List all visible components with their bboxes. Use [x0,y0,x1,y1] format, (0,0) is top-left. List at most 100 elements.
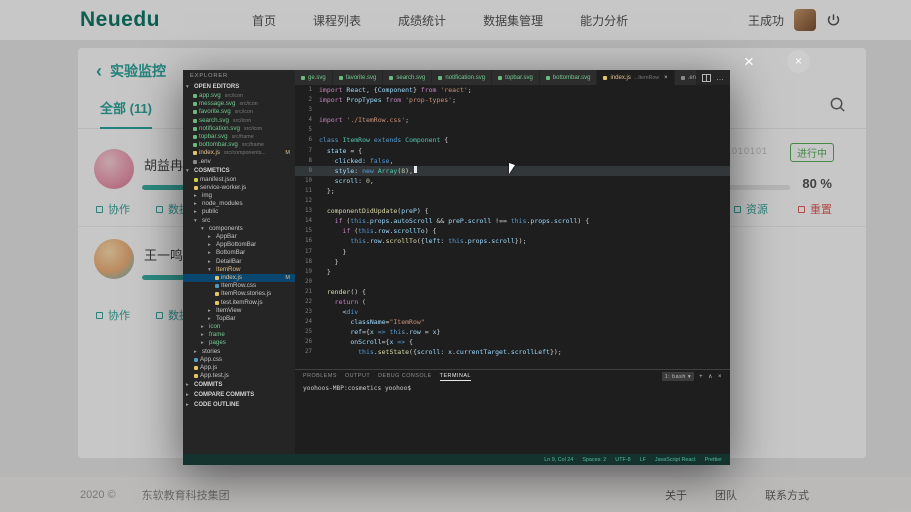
statusbar-item[interactable]: JavaScript React [655,457,696,463]
tree-item[interactable]: ▸ItemView [183,307,295,315]
code-line[interactable]: 5 [295,125,730,135]
code-line[interactable]: 15 if (this.row.scrollTo) { [295,226,730,236]
tree-item[interactable]: ▸frame [183,331,295,339]
tree-item[interactable]: ▸TopBar [183,315,295,323]
editor-tab[interactable]: ge.svg [295,70,333,85]
split-editor-icon[interactable] [702,74,711,82]
close-panel-icon[interactable]: × [718,374,722,380]
code-line[interactable]: 6class ItemRow extends Component { [295,135,730,145]
editor-tab[interactable]: .env [675,70,696,85]
maximize-panel-icon[interactable]: ∧ [708,373,713,380]
tree-item[interactable]: manifest.json [183,176,295,184]
code-line[interactable]: 21 render() { [295,287,730,297]
code-line[interactable]: 27 this.setState({scroll: x.currentTarge… [295,347,730,357]
tree-item[interactable]: ▸img [183,192,295,200]
open-editor-item[interactable]: search.svgsrc/icon [183,117,295,125]
sidebar-section-header[interactable]: ▸COMPARE COMMITS [183,390,295,400]
code-line[interactable]: 7 state = { [295,146,730,156]
tree-item[interactable]: ▾src [183,217,295,225]
open-editor-item[interactable]: message.svgsrc/icon [183,100,295,108]
tree-item[interactable]: ▸BottomBar [183,249,295,257]
tree-item[interactable]: ▸AppBottomBar [183,241,295,249]
editor-tab[interactable]: notification.svg [432,70,492,85]
tree-item[interactable]: test.itemRow.js [183,299,295,307]
code-line[interactable]: 4import './ItemRow.css'; [295,115,730,125]
more-actions-icon[interactable]: … [716,75,724,81]
terminal-tab[interactable]: TERMINAL [440,373,471,381]
open-editor-item[interactable]: bottombar.svgsrc/frame [183,141,295,149]
editor-tab[interactable]: index.js...ItemRow× [597,70,674,85]
code-line[interactable]: 24 className="ItemRow" [295,317,730,327]
project-header[interactable]: ▾ COSMETICS [183,166,295,176]
open-editors-header[interactable]: ▾ OPEN EDITORS [183,82,295,92]
chevron-down-icon: ▾ [194,217,200,225]
tree-item[interactable]: service-worker.js [183,184,295,192]
code-line[interactable]: 3 [295,105,730,115]
open-editor-item[interactable]: index.jssrc/components...M [183,149,295,157]
code-line[interactable]: 25 ref={x => this.row = x} [295,327,730,337]
open-editor-item[interactable]: topbar.svgsrc/frame [183,133,295,141]
code-line[interactable]: 2import PropTypes from 'prop-types'; [295,95,730,105]
tree-item[interactable]: ▾components [183,225,295,233]
tree-item[interactable]: ▸node_modules [183,200,295,208]
code-line[interactable]: 20 [295,277,730,287]
tree-item[interactable]: App.js [183,364,295,372]
open-editor-item[interactable]: app.svgsrc/icon [183,92,295,100]
statusbar-item[interactable]: Ln 9, Col 24 [544,457,573,463]
sidebar-section-header[interactable]: ▸COMMITS [183,380,295,390]
line-number: 27 [295,347,319,357]
code-line[interactable]: 17 } [295,247,730,257]
tree-item[interactable]: ▸pages [183,339,295,347]
tree-item[interactable]: ▸AppBar [183,233,295,241]
line-number: 22 [295,297,319,307]
tree-item[interactable]: ItemRow.stories.js [183,290,295,298]
shell-selector[interactable]: 1: bash ▾ [662,372,694,381]
editor-tab[interactable]: bottombar.svg [540,70,598,85]
close-icon[interactable]: × [664,75,668,81]
terminal-output[interactable]: yoohoos-MBP:cosmetics yoohoo$ [295,383,730,454]
statusbar-item[interactable]: Spaces: 2 [582,457,606,463]
open-editor-item[interactable]: notification.svgsrc/icon [183,125,295,133]
tree-item[interactable]: App.css [183,356,295,364]
close-icon[interactable]: × [744,52,754,72]
code-line[interactable]: 18 } [295,257,730,267]
sidebar-section-header[interactable]: ▸CODE OUTLINE [183,400,295,410]
tree-item[interactable]: ▸DetailBar [183,258,295,266]
code-line[interactable]: 26 onScroll={x => { [295,337,730,347]
code-line[interactable]: 19 } [295,267,730,277]
editor-tab[interactable]: topbar.svg [492,70,540,85]
open-editor-item[interactable]: .env [183,158,295,166]
code-line[interactable]: 1import React, {Component} from 'react'; [295,85,730,95]
tree-item[interactable]: ▸stories [183,348,295,356]
close-circle-icon[interactable]: × [787,50,810,73]
tree-item[interactable]: ▸public [183,208,295,216]
code-line[interactable]: 13 componentDidUpdate(preP) { [295,206,730,216]
tree-item[interactable]: ▾ItemRow [183,266,295,274]
statusbar-item[interactable]: Prettier [705,457,722,463]
code-line[interactable]: 14 if (this.props.autoScroll && preP.scr… [295,216,730,226]
code-line[interactable]: 23 <div [295,307,730,317]
terminal-tab[interactable]: OUTPUT [345,373,370,381]
file-icon [193,110,197,114]
experiment-screen-modal: EXPLORER ▾ OPEN EDITORS app.svgsrc/iconm… [183,70,730,465]
open-editor-item[interactable]: favorite.svgsrc/icon [183,108,295,116]
code-editor[interactable]: 1import React, {Component} from 'react';… [295,85,730,369]
chevron-right-icon: ▸ [208,241,214,249]
editor-tab[interactable]: search.svg [383,70,432,85]
terminal-tab[interactable]: PROBLEMS [303,373,337,381]
git-modified-badge: M [285,274,293,282]
code-line[interactable]: 16 this.row.scrollTo({left: this.props.s… [295,236,730,246]
tree-item[interactable]: App.test.js [183,372,295,380]
editor-tab[interactable]: favorite.svg [333,70,384,85]
statusbar-item[interactable]: UTF-8 [615,457,630,463]
code-line[interactable]: 11 }; [295,186,730,196]
new-terminal-icon[interactable]: + [699,374,703,380]
terminal-tab[interactable]: DEBUG CONSOLE [378,373,432,381]
code-line[interactable]: 12 [295,196,730,206]
tree-item[interactable]: index.jsM [183,274,295,282]
tree-item[interactable]: ItemRow.css [183,282,295,290]
tree-item[interactable]: ▸icon [183,323,295,331]
code-line[interactable]: 22 return ( [295,297,730,307]
code-line[interactable]: 10 scroll: 0, [295,176,730,186]
statusbar-item[interactable]: LF [640,457,646,463]
